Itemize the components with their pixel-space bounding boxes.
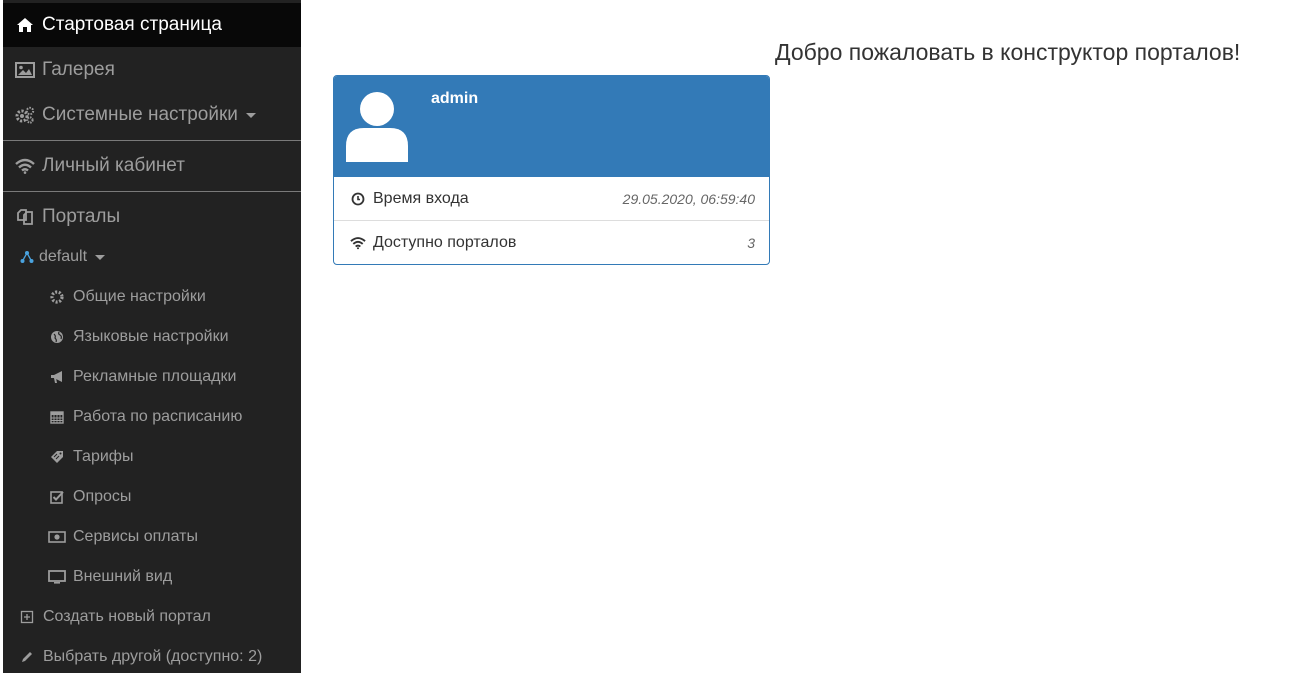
sidebar-item-schedule[interactable]: Работа по расписанию [3,397,301,437]
sidebar-item-label: Опросы [73,488,132,505]
image-icon [15,60,35,80]
caret-down-icon [95,254,106,260]
sidebar-item-label: default [39,248,88,265]
sidebar-item-label: Порталы [42,206,121,227]
sidebar-item-tariffs[interactable]: Тарифы [3,437,301,477]
sidebar-item-gallery[interactable]: Галерея [3,48,301,92]
plus-square-icon [19,609,35,625]
sidebar-item-cabinet[interactable]: Личный кабинет [3,144,301,188]
login-time-row: Время входа 29.05.2020, 06:59:40 [334,177,769,221]
user-card: admin Время входа 29.05.2020, 06:59:40 Д… [333,75,770,265]
globe-icon [49,329,65,345]
sidebar-item-label: Тарифы [73,448,134,465]
portals-available-value: 3 [747,235,755,251]
bullhorn-icon [49,369,65,385]
user-card-header: admin [334,76,769,177]
sidebar-item-appearance[interactable]: Внешний вид [3,557,301,597]
sidebar-item-label: Внешний вид [73,568,173,585]
sidebar-item-ad-places[interactable]: Рекламные площадки [3,357,301,397]
tag-icon [49,449,65,465]
sidebar-item-system-settings[interactable]: Системные настройки [3,93,301,137]
pencil-icon [19,649,35,665]
sidebar-item-label: Системные настройки [42,104,238,125]
sidebar-item-polls[interactable]: Опросы [3,477,301,517]
sidebar-item-create-portal[interactable]: Создать новый портал [3,597,301,637]
sidebar-item-choose-other[interactable]: Выбрать другой (доступно: 2) [3,637,301,673]
sidebar-item-label: Личный кабинет [42,155,185,176]
sidebar-item-label: Работа по расписанию [73,408,243,425]
sidebar-item-general-settings[interactable]: Общие настройки [3,277,301,317]
monitor-icon [48,569,66,585]
portals-available-label: Доступно порталов [373,234,517,251]
sidebar-item-label: Галерея [42,59,115,80]
sidebar-item-language-settings[interactable]: Языковые настройки [3,317,301,357]
wifi-icon [350,235,366,251]
portals-available-row: Доступно порталов 3 [334,221,769,264]
sidebar-item-label: Общие настройки [73,288,206,305]
sidebar-item-label: Сервисы оплаты [73,528,199,545]
home-icon [15,15,35,35]
login-time-label: Время входа [373,189,469,207]
sidebar-item-payment-services[interactable]: Сервисы оплаты [3,517,301,557]
divider [3,140,301,141]
copy-icon [15,207,35,227]
sidebar-item-portals[interactable]: Порталы [3,195,301,239]
gear-icon [49,289,65,305]
welcome-title: Добро пожаловать в конструктор порталов! [775,39,1241,65]
wifi-icon [15,156,35,176]
sidebar-item-home[interactable]: Стартовая страница [3,3,301,47]
calendar-icon [49,409,65,425]
divider [3,191,301,192]
gears-icon [15,105,35,125]
user-icon [344,90,410,167]
sidebar: Стартовая страница Галерея Системные нас… [3,0,301,673]
money-icon [48,529,66,545]
sidebar-item-portal-default[interactable]: default [3,237,301,277]
sidebar-item-label: Выбрать другой (доступно: 2) [43,648,263,665]
sidebar-item-label: Рекламные площадки [73,368,237,385]
sitemap-icon [19,249,35,265]
sidebar-item-label: Создать новый портал [43,608,211,625]
username: admin [431,90,479,107]
clock-icon [350,191,366,207]
login-time-value: 29.05.2020, 06:59:40 [622,190,755,207]
caret-down-icon [245,112,256,118]
check-square-icon [49,489,65,505]
sidebar-item-label: Стартовая страница [42,14,222,35]
sidebar-item-label: Языковые настройки [73,328,229,345]
